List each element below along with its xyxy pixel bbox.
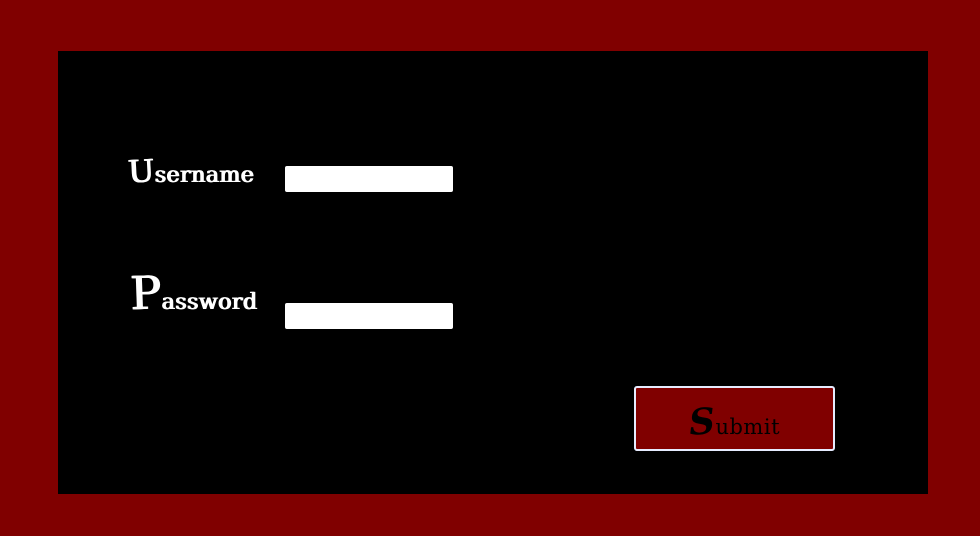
password-label: Password (129, 265, 258, 321)
submit-label-initial: S (687, 399, 717, 444)
password-label-rest: assword (161, 290, 258, 315)
username-label-initial: U (127, 153, 156, 191)
submit-button-label: Submit (687, 399, 781, 444)
username-label-rest: sername (154, 163, 255, 188)
password-input[interactable] (285, 303, 453, 329)
username-input[interactable] (285, 166, 453, 192)
submit-button[interactable]: Submit (634, 386, 835, 451)
submit-label-rest: ubmit (715, 414, 781, 439)
password-label-initial: P (129, 265, 163, 321)
username-label: Username (127, 153, 255, 191)
login-panel: Username Password Submit (58, 51, 928, 494)
